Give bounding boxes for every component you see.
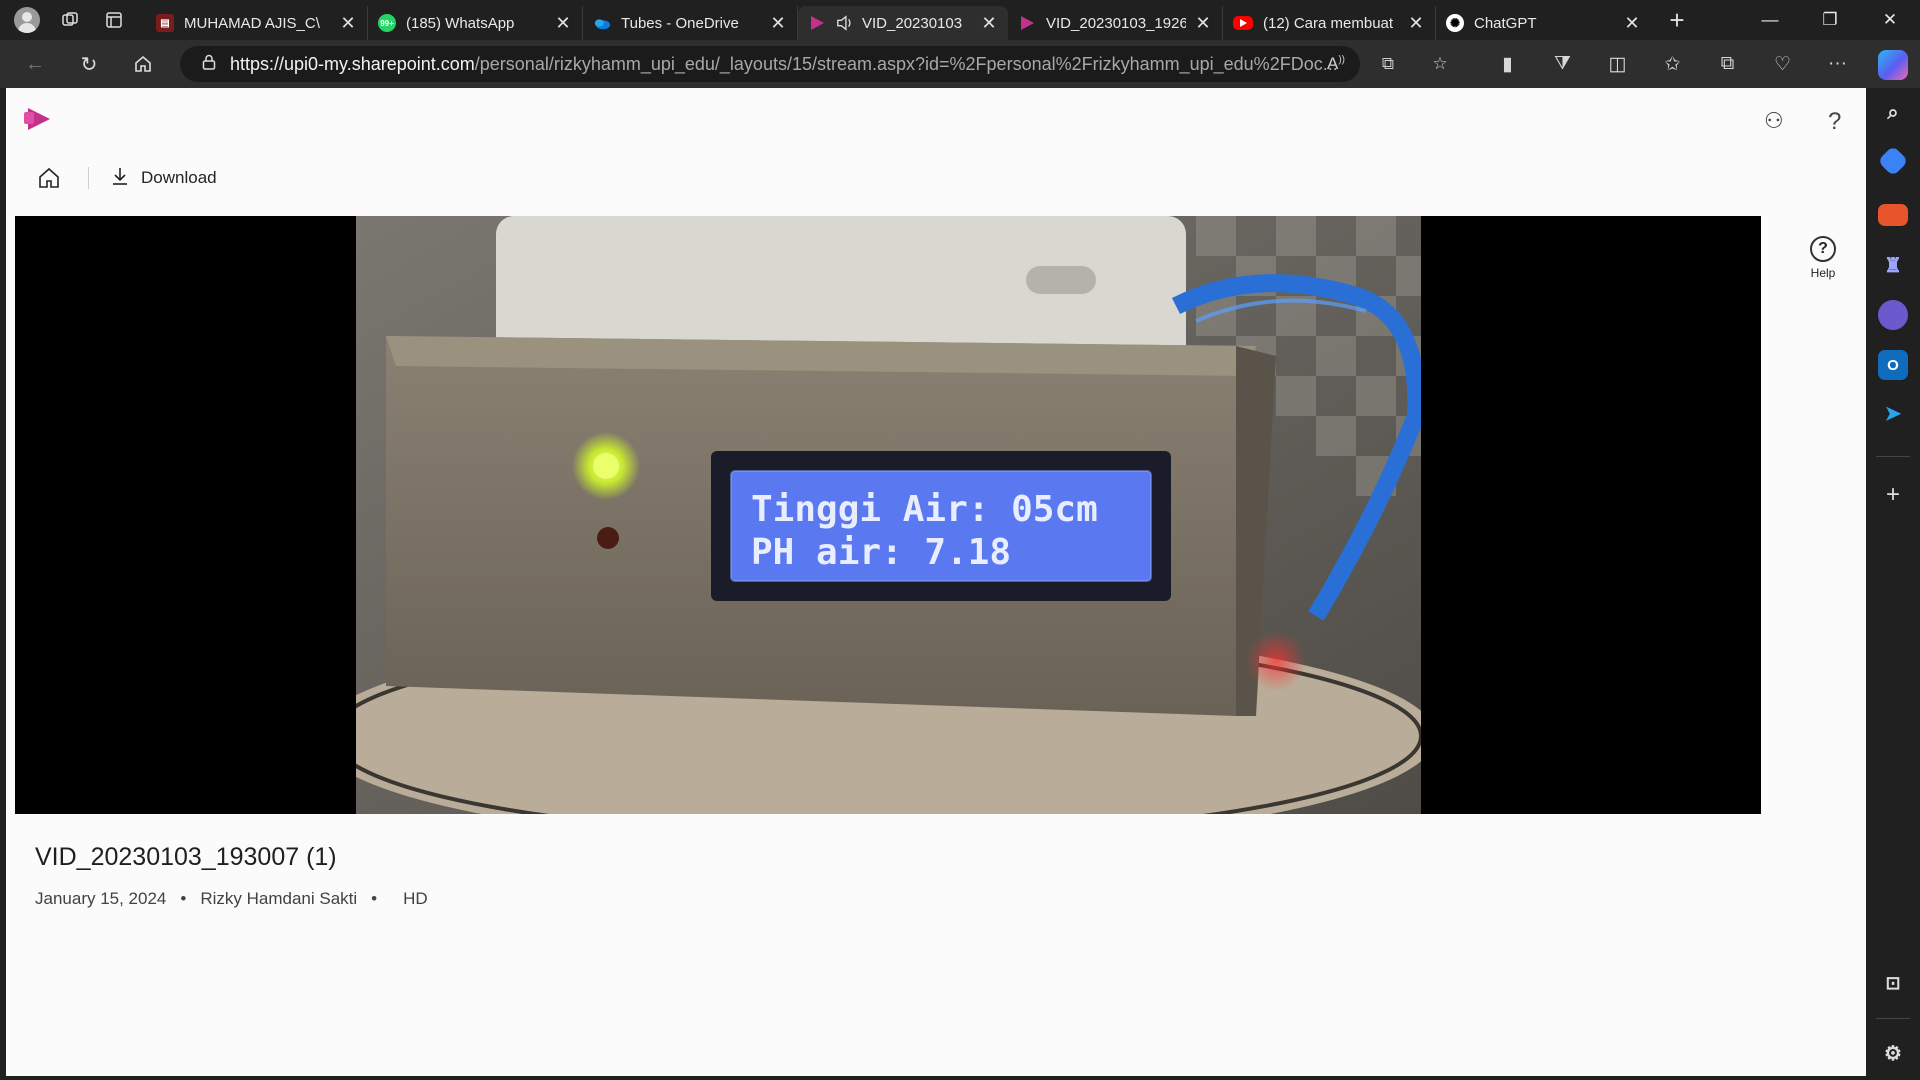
app-available-icon[interactable]: ⧉ (1362, 54, 1414, 74)
upload-date: January 15, 2024 (35, 889, 167, 908)
download-label: Download (141, 168, 217, 187)
telegram-send-icon[interactable]: ➤ (1878, 398, 1908, 428)
minimize-icon[interactable]: — (1740, 0, 1800, 40)
video-metadata: January 15, 2024 • Rizky Hamdani Sakti •… (35, 889, 428, 909)
read-aloud-icon[interactable]: A)) (1310, 54, 1362, 74)
meta-separator: • (371, 889, 378, 908)
tab-whatsapp[interactable]: 99+ (185) WhatsApp ✕ (368, 6, 583, 40)
tab-actions-icon[interactable] (92, 0, 136, 40)
restore-icon[interactable]: ❐ (1800, 0, 1860, 40)
home-icon[interactable] (36, 165, 62, 191)
tab-chatgpt[interactable]: ✺ ChatGPT ✕ (1436, 6, 1651, 40)
url-path: /personal/rizkyhamm_upi_edu/_layouts/15/… (474, 53, 1338, 74)
command-bar: Download (36, 164, 217, 192)
edge-sidebar: ⌕ ♜ O ➤ + ⊡ ⚙ (1866, 88, 1920, 1080)
settings-gear-icon[interactable]: ⚙ (1878, 1038, 1908, 1068)
split-screen-icon[interactable]: ◫ (1590, 53, 1645, 76)
tab-title: VID_20230103_1926 (1046, 14, 1186, 32)
quality-badge: HD (403, 889, 428, 908)
profile-avatar-icon[interactable] (14, 7, 40, 33)
address-bar[interactable]: https://upi0-my.sharepoint.com /personal… (180, 46, 1360, 82)
browser-essentials-icon[interactable]: ♡ (1755, 53, 1810, 76)
back-icon[interactable]: ← (8, 40, 62, 88)
tab-title: Tubes - OneDrive (621, 14, 739, 32)
pdf-icon: ▤ (156, 14, 174, 32)
tools-briefcase-icon[interactable] (1878, 204, 1908, 226)
close-window-icon[interactable]: ✕ (1860, 0, 1920, 40)
add-sidebar-app-icon[interactable]: + (1878, 480, 1908, 510)
extensions-icon[interactable]: ⧩ (1535, 53, 1590, 75)
favorite-star-icon[interactable]: ☆ (1414, 54, 1466, 74)
author-name[interactable]: Rizky Hamdani Sakti (200, 889, 357, 909)
meta-separator: • (180, 889, 187, 908)
whatsapp-icon: 99+ (378, 14, 396, 32)
lock-icon[interactable] (202, 54, 216, 74)
help-button[interactable]: ? Help (1798, 236, 1848, 280)
favorites-icon[interactable]: ✩ (1645, 53, 1700, 76)
games-chess-icon[interactable]: ♜ (1878, 250, 1908, 280)
help-circle-icon: ? (1810, 236, 1836, 262)
sidebar-divider (1876, 1018, 1910, 1019)
onedrive-icon (593, 14, 611, 32)
url-host: https://upi0-my.sharepoint.com (230, 53, 475, 74)
help-question-icon[interactable]: ? (1828, 108, 1841, 136)
tab-title: MUHAMAD AJIS_C\ (184, 14, 320, 32)
address-toolbar: ← ↻ https://upi0-my.sharepoint.com /pers… (0, 40, 1920, 88)
home-icon[interactable] (116, 40, 170, 88)
close-icon[interactable]: ✕ (339, 13, 357, 34)
tab-onedrive[interactable]: Tubes - OneDrive ✕ (583, 6, 798, 40)
tab-youtube[interactable]: (12) Cara membuat ✕ (1223, 6, 1436, 40)
command-divider (88, 167, 89, 189)
tab-title: (185) WhatsApp (406, 14, 515, 32)
stream-page: ⚇ ? Download Tinggi Air: 05cm PH air: 7.… (6, 88, 1866, 1076)
video-player[interactable]: Tinggi Air: 05cm PH air: 7.18 (15, 216, 1761, 814)
tab-title: ChatGPT (1474, 14, 1537, 32)
collections-icon[interactable]: ⧉ (1700, 53, 1755, 75)
download-icon (111, 166, 129, 191)
tab-title: VID_20230103 (862, 14, 963, 32)
share-people-icon[interactable]: ⚇ (1764, 108, 1784, 134)
shopping-tag-icon[interactable] (1877, 145, 1909, 177)
close-icon[interactable]: ✕ (1194, 13, 1212, 34)
address-bar-actions: A)) ⧉ ☆ (1310, 40, 1466, 88)
lcd-line-2: PH air: 7.18 (751, 532, 1011, 573)
copilot-icon[interactable] (1878, 50, 1908, 80)
close-icon[interactable]: ✕ (1407, 13, 1425, 34)
close-icon[interactable]: ✕ (769, 13, 787, 34)
stream-icon (808, 14, 826, 32)
help-label: Help (1810, 266, 1836, 280)
tab-title: (12) Cara membuat (1263, 14, 1394, 32)
more-options-icon[interactable]: ··· (1810, 53, 1865, 75)
tab-stream-active[interactable]: VID_20230103 ✕ (798, 6, 1008, 40)
window-controls: — ❐ ✕ (1740, 0, 1920, 40)
outlook-icon[interactable]: O (1878, 350, 1908, 380)
search-icon[interactable]: ⌕ (1878, 98, 1908, 128)
refresh-icon[interactable]: ↻ (62, 40, 116, 88)
chatgpt-icon: ✺ (1446, 14, 1464, 32)
workspaces-icon[interactable] (48, 0, 92, 40)
stream-logo-icon[interactable] (24, 106, 50, 132)
video-frame: Tinggi Air: 05cm PH air: 7.18 (356, 216, 1421, 814)
youtube-icon (1233, 16, 1253, 30)
download-button[interactable]: Download (111, 166, 217, 191)
close-icon[interactable]: ✕ (554, 13, 572, 34)
reading-view-icon[interactable]: ▮ (1480, 53, 1535, 76)
sidebar-divider (1876, 456, 1910, 457)
close-icon[interactable]: ✕ (1623, 13, 1641, 34)
copilot-m365-icon[interactable] (1878, 300, 1908, 330)
lcd-line-1: Tinggi Air: 05cm (751, 489, 1098, 530)
tab-strip: ▤ MUHAMAD AJIS_C\ ✕ 99+ (185) WhatsApp ✕… (146, 0, 1697, 40)
video-title: VID_20230103_193007 (1) (35, 843, 337, 871)
video-frame-image: Tinggi Air: 05cm PH air: 7.18 (356, 216, 1421, 814)
new-tab-button[interactable]: + (1657, 0, 1697, 40)
stream-icon (1018, 14, 1036, 32)
browser-tools: ▮ ⧩ ◫ ✩ ⧉ ♡ ··· (1480, 40, 1865, 88)
tab-stream[interactable]: VID_20230103_1926 ✕ (1008, 6, 1223, 40)
close-icon[interactable]: ✕ (980, 13, 998, 34)
browser-title-bar: ▤ MUHAMAD AJIS_C\ ✕ 99+ (185) WhatsApp ✕… (0, 0, 1920, 40)
speaker-icon[interactable] (836, 14, 854, 32)
tab-pdf[interactable]: ▤ MUHAMAD AJIS_C\ ✕ (146, 6, 368, 40)
screenshot-icon[interactable]: ⊡ (1878, 968, 1908, 998)
